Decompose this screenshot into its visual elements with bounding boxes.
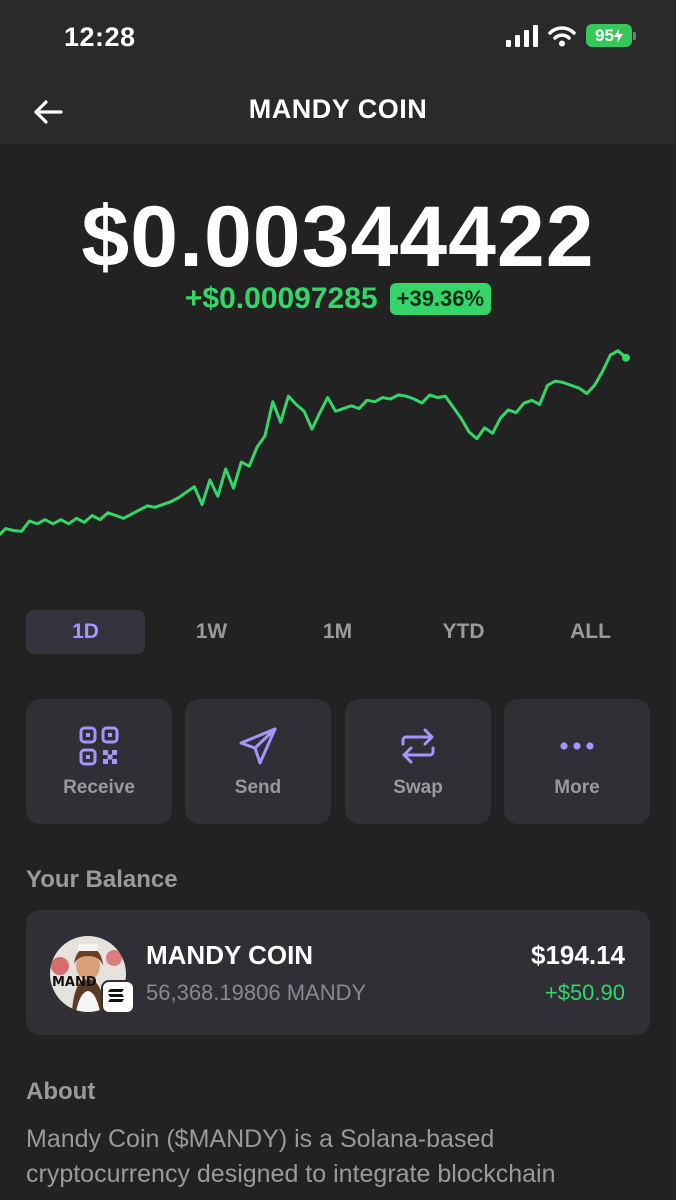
current-price-point — [622, 353, 630, 362]
status-icons: 95 — [506, 24, 636, 47]
token-name: MANDY COIN — [146, 940, 314, 970]
more-label: More — [554, 777, 600, 798]
battery-indicator: 95 — [586, 24, 636, 47]
wifi-icon — [548, 25, 576, 46]
paper-plane-icon — [239, 727, 277, 765]
balance-section-title: Your Balance — [26, 866, 178, 893]
swap-button[interactable]: Swap — [345, 699, 491, 824]
page-title: MANDY COIN — [248, 94, 428, 124]
swap-label: Swap — [393, 777, 443, 798]
swap-arrows-icon — [401, 728, 435, 764]
nav-header: MANDY COIN — [0, 80, 676, 144]
qr-code-icon — [79, 726, 119, 766]
range-1d-button[interactable]: 1D — [26, 610, 145, 654]
send-button[interactable]: Send — [185, 699, 331, 824]
signal-icon — [506, 24, 538, 47]
more-button[interactable]: More — [504, 699, 650, 824]
price-change-percent-badge: +39.36% — [389, 283, 492, 315]
status-time: 12:28 — [64, 22, 136, 52]
solana-chain-icon — [101, 980, 135, 1014]
token-value: $194.14 — [531, 940, 625, 970]
range-ytd-button[interactable]: YTD — [404, 610, 523, 654]
receive-label: Receive — [63, 777, 135, 798]
battery-cap — [633, 31, 636, 40]
token-amount: 56,368.19806 MANDY — [146, 980, 367, 1005]
charging-bolt-icon — [613, 28, 623, 43]
price-line — [0, 349, 628, 537]
token-value-change: +$50.90 — [544, 980, 625, 1005]
about-section-title: About — [26, 1078, 96, 1105]
send-label: Send — [234, 777, 282, 798]
action-buttons: Receive Send Swap More — [26, 699, 650, 824]
price-change-absolute: +$0.00097285 — [184, 282, 378, 315]
svg-text:MAND: MAND — [52, 975, 97, 990]
battery-percent: 95 — [595, 25, 614, 45]
about-text: Mandy Coin ($MANDY) is a Solana-based cr… — [26, 1125, 556, 1188]
current-price: $0.00344422 — [81, 189, 595, 285]
time-range-selector: 1D 1W 1M YTD ALL — [26, 610, 650, 654]
range-all-button[interactable]: ALL — [531, 610, 650, 654]
status-bar: 12:28 95 — [0, 0, 676, 80]
solana-logo-icon — [108, 989, 124, 1002]
price-chart[interactable] — [0, 340, 676, 580]
price-change-row: +$0.00097285 +39.36% — [0, 282, 676, 316]
receive-button[interactable]: Receive — [26, 699, 172, 824]
battery-level: 95 — [586, 24, 632, 47]
balance-card[interactable]: MAND MANDY COIN 56,368.19806 MANDY $194.… — [26, 910, 650, 1035]
more-dots-icon — [560, 742, 594, 750]
range-1w-button[interactable]: 1W — [152, 610, 271, 654]
range-1m-button[interactable]: 1M — [278, 610, 397, 654]
